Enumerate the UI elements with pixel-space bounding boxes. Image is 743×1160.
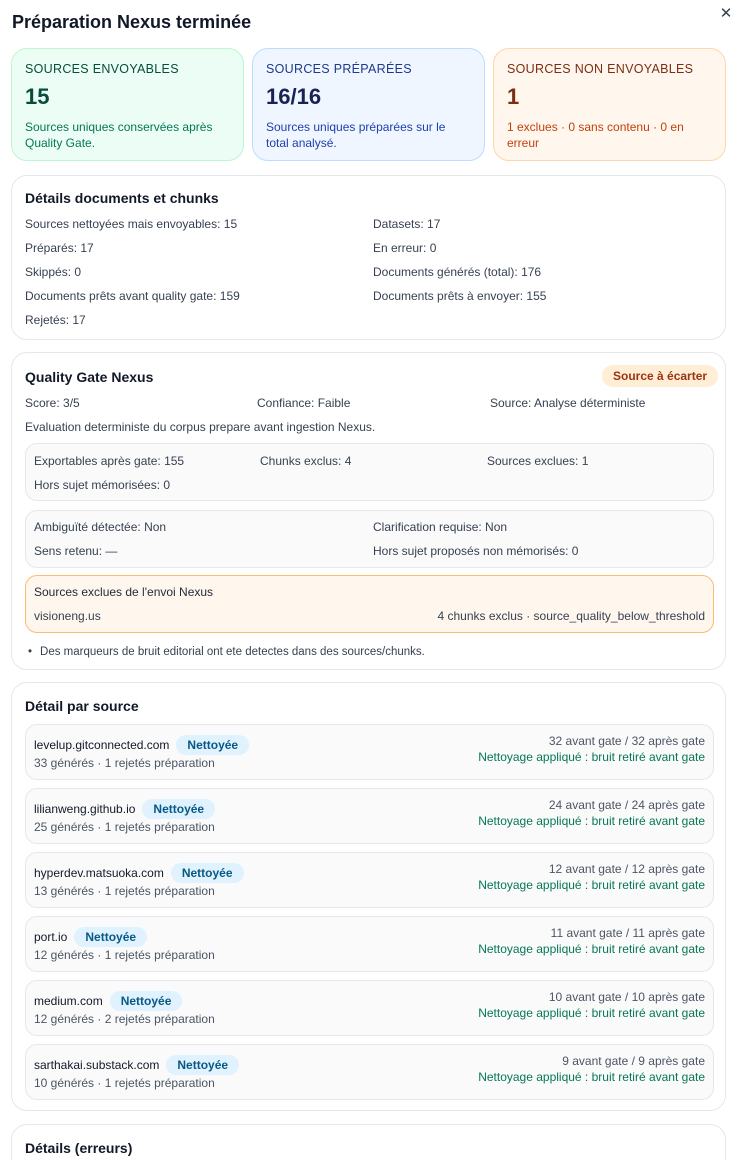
kpi-card-sendable: SOURCES ENVOYABLES 15 Sources uniques co… [11, 48, 244, 161]
source-name-wrap: lilianweng.github.io Nettoyée [34, 799, 216, 820]
source-name: port.io [34, 930, 68, 945]
source-cleaning-note: Nettoyage appliqué : bruit retiré avant … [478, 1006, 705, 1020]
source-gate-counts: 10 avant gate / 10 après gate [548, 990, 705, 1004]
source-cleaning-note: Nettoyage appliqué : bruit retiré avant … [478, 1070, 705, 1084]
source-name-wrap: medium.com Nettoyée [34, 991, 183, 1012]
kpi-label: SOURCES ENVOYABLES [25, 62, 179, 76]
gate-clarification: Clarification requise: Non [373, 520, 508, 534]
source-name: levelup.gitconnected.com [34, 738, 170, 753]
quality-description: Evaluation deterministe du corpus prepar… [25, 420, 376, 434]
detail-skipped: Skippés: 0 [25, 265, 82, 279]
source-cleaning-note: Nettoyage appliqué : bruit retiré avant … [478, 814, 705, 828]
source-cleaning-note: Nettoyage appliqué : bruit retiré avant … [478, 750, 705, 764]
source-name: medium.com [34, 994, 103, 1009]
dialog-title: Préparation Nexus terminée [12, 12, 252, 32]
close-icon[interactable]: ✕ [716, 4, 736, 24]
source-counts: 12 générés · 2 rejetés préparation [34, 1012, 215, 1026]
errors-card: Détails (erreurs) [11, 1124, 726, 1160]
detail-rejected: Rejetés: 17 [25, 313, 86, 327]
source-counts: 12 générés · 1 rejetés préparation [34, 948, 215, 962]
detail-ready-before-gate: Documents prêts avant quality gate: 159 [25, 289, 240, 303]
kpi-value: 15 [25, 84, 50, 109]
per-source-card: Détail par source levelup.gitconnected.c… [11, 682, 726, 1111]
source-row: medium.com Nettoyée 12 générés · 2 rejeté… [25, 980, 714, 1036]
excluded-domain: visioneng.us [34, 609, 101, 623]
kpi-description: Sources uniques conservées après Quality… [25, 120, 213, 150]
source-status-badge: Nettoyée [142, 799, 216, 819]
source-status-badge: Nettoyée [176, 735, 250, 755]
detail-cleaned-sendable: Sources nettoyées mais envoyables: 15 [25, 217, 238, 231]
quality-score: Score: 3/5 [25, 396, 80, 410]
gate-off-topic-memorized: Hors sujet mémorisées: 0 [34, 478, 171, 492]
source-name-wrap: hyperdev.matsuoka.com Nettoyée [34, 863, 244, 884]
detail-generated-total: Documents générés (total): 176 [373, 265, 542, 279]
source-cleaning-note: Nettoyage appliqué : bruit retiré avant … [478, 878, 705, 892]
source-name-wrap: levelup.gitconnected.com Nettoyée [34, 735, 250, 756]
gate-exportables: Exportables après gate: 155 [34, 454, 185, 468]
excluded-sources-box: Sources exclues de l'envoi Nexus visione… [25, 575, 714, 633]
source-counts: 25 générés · 1 rejetés préparation [34, 820, 215, 834]
gate-sources-excluded: Sources exclues: 1 [487, 454, 589, 468]
kpi-card-not-sendable: SOURCES NON ENVOYABLES 1 1 exclues · 0 s… [493, 48, 726, 161]
detail-ready-to-send: Documents prêts à envoyer: 155 [373, 289, 547, 303]
status-badge: Source à écarter [602, 365, 719, 387]
source-name: lilianweng.github.io [34, 802, 136, 817]
source-cleaning-note: Nettoyage appliqué : bruit retiré avant … [478, 942, 705, 956]
source-name: hyperdev.matsuoka.com [34, 866, 164, 881]
gate-ambiguity-box: Ambiguïté détectée: Non Clarification re… [25, 510, 714, 568]
source-name-wrap: sarthakai.substack.com Nettoyée [34, 1055, 240, 1076]
kpi-card-prepared: SOURCES PRÉPARÉES 16/16 Sources uniques … [252, 48, 485, 161]
gate-chunks-excluded: Chunks exclus: 4 [260, 454, 352, 468]
source-gate-counts: 12 avant gate / 12 après gate [548, 862, 705, 876]
source-gate-counts: 24 avant gate / 24 après gate [548, 798, 705, 812]
gate-stats-box: Exportables après gate: 155 Chunks exclu… [25, 443, 714, 501]
gate-ambiguity: Ambiguïté détectée: Non [34, 520, 167, 534]
source-counts: 33 générés · 1 rejetés préparation [34, 756, 215, 770]
quality-source: Source: Analyse déterministe [490, 396, 646, 410]
kpi-value: 16/16 [266, 84, 322, 109]
source-name: sarthakai.substack.com [34, 1058, 160, 1073]
source-name-wrap: port.io Nettoyée [34, 927, 148, 948]
kpi-description: 1 exclues · 0 sans contenu · 0 en erreur [507, 120, 684, 150]
gate-off-topic-proposed: Hors sujet proposés non mémorisés: 0 [373, 544, 579, 558]
kpi-label: SOURCES NON ENVOYABLES [507, 62, 694, 76]
excluded-title: Sources exclues de l'envoi Nexus [34, 585, 214, 599]
detail-datasets: Datasets: 17 [373, 217, 441, 231]
source-row: levelup.gitconnected.com Nettoyée 33 géné… [25, 724, 714, 780]
source-gate-counts: 11 avant gate / 11 après gate [550, 926, 705, 940]
quality-gate-card: Quality Gate Nexus Source à écarter Scor… [11, 352, 726, 670]
kpi-description: Sources uniques préparées sur le total a… [266, 120, 446, 150]
source-status-badge: Nettoyée [109, 991, 183, 1011]
quality-gate-title: Quality Gate Nexus [25, 369, 154, 385]
quality-note: Des marqueurs de bruit editorial ont ete… [28, 646, 425, 658]
gate-meaning: Sens retenu: — [34, 544, 118, 558]
kpi-value: 1 [507, 84, 520, 109]
detail-prepared: Préparés: 17 [25, 241, 94, 255]
details-card: Détails documents et chunks Sources nett… [11, 175, 726, 340]
source-row: hyperdev.matsuoka.com Nettoyée 13 générés… [25, 852, 714, 908]
per-source-title: Détail par source [25, 698, 139, 714]
source-row: lilianweng.github.io Nettoyée 25 générés … [25, 788, 714, 844]
details-title: Détails documents et chunks [25, 190, 219, 206]
source-counts: 10 générés · 1 rejetés préparation [34, 1076, 215, 1090]
excluded-reason: 4 chunks exclus · source_quality_below_t… [437, 609, 706, 623]
source-status-badge: Nettoyée [170, 863, 244, 883]
kpi-label: SOURCES PRÉPARÉES [266, 62, 412, 76]
detail-errors: En erreur: 0 [373, 241, 437, 255]
source-gate-counts: 9 avant gate / 9 après gate [562, 1054, 705, 1068]
source-row: sarthakai.substack.com Nettoyée 10 généré… [25, 1044, 714, 1100]
quality-confidence: Confiance: Faible [257, 396, 351, 410]
errors-title: Détails (erreurs) [25, 1140, 133, 1156]
source-gate-counts: 32 avant gate / 32 après gate [548, 734, 705, 748]
source-counts: 13 générés · 1 rejetés préparation [34, 884, 215, 898]
source-status-badge: Nettoyée [74, 927, 148, 947]
source-row: port.io Nettoyée 12 générés · 1 rejetés p… [25, 916, 714, 972]
source-status-badge: Nettoyée [166, 1055, 240, 1075]
